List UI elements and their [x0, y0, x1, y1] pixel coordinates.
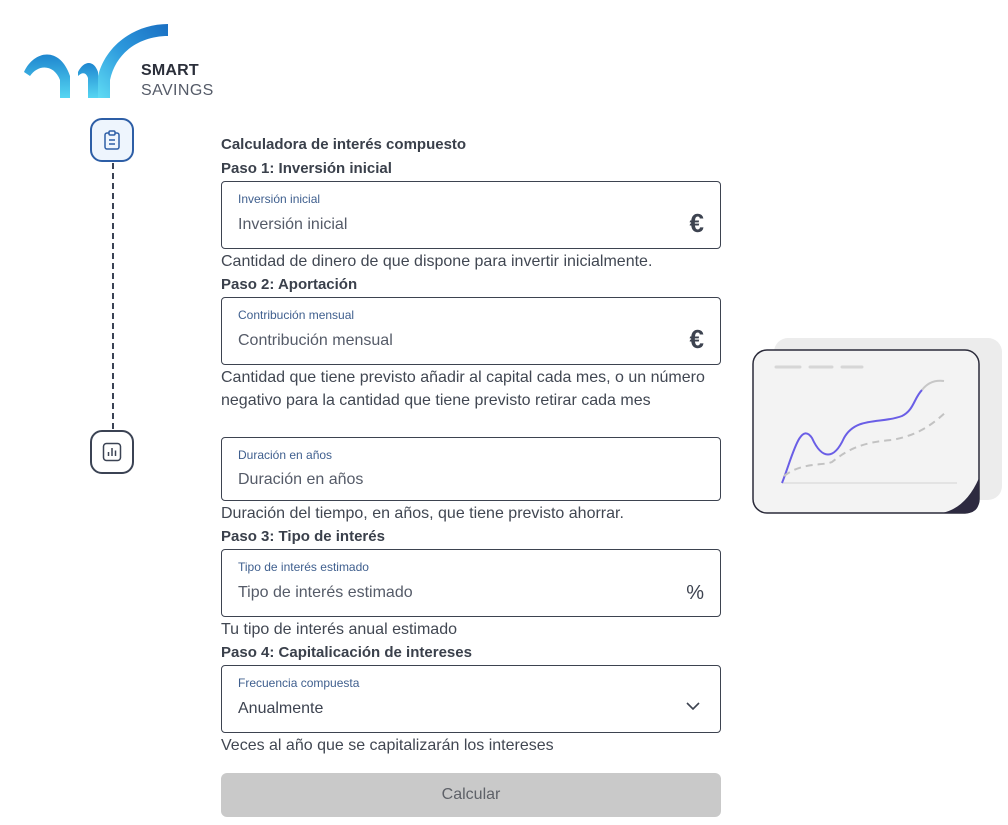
monthly-contribution-field[interactable]: Contribución mensual Contribución mensua… [221, 297, 721, 365]
field-label: Frecuencia compuesta [238, 676, 360, 690]
interest-rate-field[interactable]: Tipo de interés estimado Tipo de interés… [221, 549, 721, 617]
step-chart[interactable] [90, 430, 134, 474]
chevron-down-icon[interactable] [686, 702, 700, 710]
field-label: Inversión inicial [238, 192, 321, 206]
brand-name-line1: SMART [141, 62, 199, 79]
compound-frequency-select[interactable]: Frecuencia compuesta Anualmente [221, 665, 721, 733]
chart-illustration [752, 338, 1004, 518]
compound-frequency-value[interactable]: Anualmente [238, 700, 323, 718]
euro-icon: € [689, 324, 704, 354]
monthly-contribution-help: Cantidad que tiene previsto añadir al ca… [221, 369, 705, 409]
step3-title: Paso 3: Tipo de interés [221, 528, 385, 545]
euro-icon: € [689, 208, 704, 238]
growth-chart-icon [752, 338, 1002, 514]
interest-rate-input[interactable]: Tipo de interés estimado [238, 584, 413, 602]
step2-title: Paso 2: Aportación [221, 276, 358, 293]
calculate-button[interactable]: Calcular [221, 773, 721, 817]
field-label: Duración en años [238, 448, 333, 462]
duration-years-field[interactable]: Duración en años Duración en años [221, 437, 721, 501]
step-clipboard[interactable] [90, 118, 134, 162]
page-title: Calculadora de interés compuesto [221, 136, 467, 153]
duration-years-input[interactable]: Duración en años [238, 471, 363, 489]
duration-years-help: Duración del tiempo, en años, que tiene … [221, 505, 624, 522]
field-label: Contribución mensual [238, 308, 355, 322]
bar-chart-icon [102, 442, 122, 462]
step4-title: Paso 4: Capitalicación de intereses [221, 644, 472, 661]
brand-name-line2: SAVINGS [141, 82, 214, 99]
clipboard-icon [104, 130, 120, 150]
interest-rate-help: Tu tipo de interés anual estimado [221, 621, 457, 638]
compound-frequency-help: Veces al año que se capitalizarán los in… [221, 737, 554, 754]
initial-investment-field[interactable]: Inversión inicial Inversión inicial € [221, 181, 721, 249]
brand-logo: SMART SAVINGS [20, 20, 220, 102]
step1-title: Paso 1: Inversión inicial [221, 160, 392, 177]
initial-investment-input[interactable]: Inversión inicial [238, 216, 347, 234]
stepper-connector [112, 163, 114, 429]
percent-icon: % [686, 582, 704, 604]
field-label: Tipo de interés estimado [238, 560, 369, 574]
monthly-contribution-input[interactable]: Contribución mensual [238, 332, 393, 350]
initial-investment-help: Cantidad de dinero de que dispone para i… [221, 253, 653, 270]
